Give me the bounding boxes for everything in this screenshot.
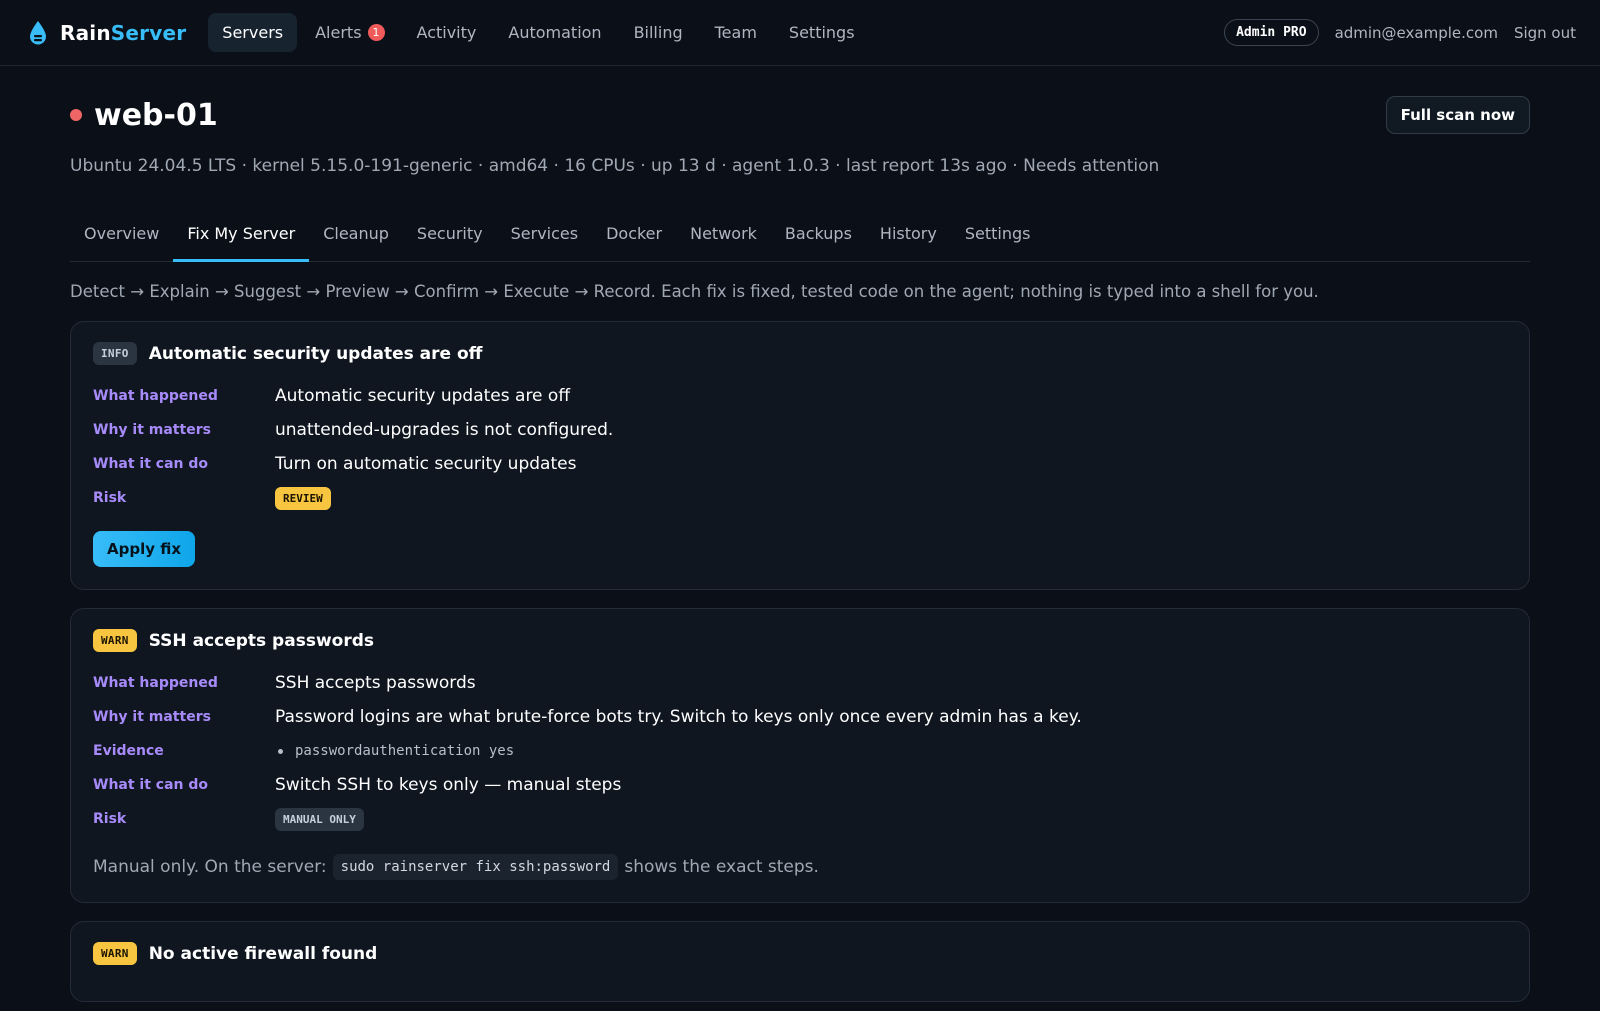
- tab-cleanup[interactable]: Cleanup: [309, 224, 403, 262]
- tab-fix-my-server[interactable]: Fix My Server: [173, 224, 310, 262]
- row-value: Password logins are what brute-force bot…: [275, 707, 1082, 727]
- severity-badge: INFO: [93, 342, 137, 365]
- issue-header: WARN No active firewall found: [93, 942, 1507, 965]
- nav-item-settings[interactable]: Settings: [775, 13, 869, 52]
- issue-card: WARN SSH accepts passwords What happened…: [70, 608, 1530, 903]
- tab-overview[interactable]: Overview: [70, 224, 173, 262]
- alerts-count-badge: 1: [367, 24, 385, 41]
- issue-row-why-it-matters: Why it matters Password logins are what …: [93, 700, 1507, 734]
- manual-command[interactable]: sudo rainserver fix ssh:password: [332, 854, 619, 880]
- risk-badge: MANUAL ONLY: [275, 807, 364, 831]
- nav-item-label: Billing: [633, 23, 683, 42]
- full-scan-button[interactable]: Full scan now: [1385, 96, 1530, 134]
- server-header: web-01 Full scan now: [70, 66, 1530, 156]
- manual-steps-note: Manual only. On the server: sudo rainser…: [93, 854, 1507, 880]
- issue-row-what-it-can-do: What it can do Switch SSH to keys only —…: [93, 768, 1507, 802]
- top-navigation-bar: RainServer Servers Alerts 1 Activity Auto…: [0, 0, 1600, 66]
- row-label: What it can do: [93, 456, 209, 472]
- issue-title: SSH accepts passwords: [148, 630, 374, 651]
- tab-history[interactable]: History: [866, 224, 951, 262]
- brand-name-part2: Server: [110, 20, 187, 45]
- nav-item-label: Settings: [788, 23, 855, 42]
- tab-services[interactable]: Services: [497, 224, 592, 262]
- row-label: What it can do: [93, 777, 209, 793]
- severity-badge: WARN: [93, 942, 137, 965]
- issue-title: Automatic security updates are off: [148, 343, 483, 364]
- plan-badge: Admin PRO: [1224, 19, 1319, 46]
- issue-header: INFO Automatic security updates are off: [93, 342, 1507, 365]
- brand-name: RainServer: [60, 21, 186, 45]
- issue-row-risk: Risk REVIEW: [93, 481, 1507, 515]
- row-label: Evidence: [93, 743, 164, 759]
- tab-settings[interactable]: Settings: [951, 224, 1045, 262]
- issue-row-what-it-can-do: What it can do Turn on automatic securit…: [93, 447, 1507, 481]
- apply-fix-button[interactable]: Apply fix: [93, 531, 196, 567]
- evidence-item: passwordauthentication yes: [275, 743, 514, 759]
- severity-badge: WARN: [93, 629, 137, 652]
- raindrop-logo-icon: [30, 20, 46, 44]
- brand-name-part1: Rain: [60, 20, 111, 45]
- tab-network[interactable]: Network: [676, 224, 771, 262]
- nav-item-label: Activity: [416, 23, 477, 42]
- row-value: unattended-upgrades is not configured.: [275, 420, 614, 440]
- issue-row-what-happened: What happened SSH accepts passwords: [93, 666, 1507, 700]
- tab-docker[interactable]: Docker: [592, 224, 676, 262]
- row-value: Switch SSH to keys only — manual steps: [275, 775, 622, 795]
- row-label: Risk: [93, 811, 127, 827]
- risk-badge: REVIEW: [275, 486, 331, 510]
- main-nav: Servers Alerts 1 Activity Automation Bill…: [208, 13, 868, 52]
- server-name: web-01: [94, 97, 218, 133]
- row-label: What happened: [93, 388, 218, 404]
- nav-item-label: Team: [714, 23, 757, 42]
- server-system-info: Ubuntu 24.04.5 LTS · kernel 5.15.0-191-g…: [70, 156, 1160, 176]
- issue-row-evidence: Evidence passwordauthentication yes: [93, 734, 1507, 768]
- nav-item-label: Automation: [508, 23, 602, 42]
- row-value: Turn on automatic security updates: [275, 454, 577, 474]
- evidence-text: passwordauthentication yes: [295, 743, 515, 759]
- issue-card: INFO Automatic security updates are off …: [70, 321, 1530, 590]
- row-label: Why it matters: [93, 709, 211, 725]
- issue-row-why-it-matters: Why it matters unattended-upgrades is no…: [93, 413, 1507, 447]
- nav-item-team[interactable]: Team: [701, 13, 771, 52]
- bullet-icon: [278, 748, 283, 754]
- issue-header: WARN SSH accepts passwords: [93, 629, 1507, 652]
- user-area: Admin PRO admin@example.com Sign out: [1224, 19, 1576, 46]
- fix-flow-description: Detect → Explain → Suggest → Preview → C…: [70, 282, 1319, 301]
- nav-item-billing[interactable]: Billing: [620, 13, 697, 52]
- tab-backups[interactable]: Backups: [771, 224, 866, 262]
- row-label: What happened: [93, 675, 218, 691]
- row-value: Automatic security updates are off: [275, 386, 571, 406]
- row-value: SSH accepts passwords: [275, 673, 476, 693]
- nav-item-automation[interactable]: Automation: [494, 13, 615, 52]
- manual-note-suffix: shows the exact steps.: [624, 857, 819, 877]
- server-tabs: Overview Fix My Server Cleanup Security …: [70, 202, 1530, 262]
- issue-card: WARN No active firewall found: [70, 921, 1530, 1002]
- issue-title: No active firewall found: [148, 943, 378, 964]
- nav-item-servers[interactable]: Servers: [208, 13, 298, 52]
- row-label: Risk: [93, 490, 127, 506]
- nav-item-label: Servers: [222, 23, 284, 42]
- issue-row-risk: Risk MANUAL ONLY: [93, 802, 1507, 836]
- nav-item-activity[interactable]: Activity: [403, 13, 491, 52]
- nav-item-label: Alerts: [315, 23, 362, 42]
- user-email[interactable]: admin@example.com: [1335, 24, 1498, 42]
- issue-row-what-happened: What happened Automatic security updates…: [93, 379, 1507, 413]
- manual-note-prefix: Manual only. On the server:: [93, 857, 327, 877]
- row-label: Why it matters: [93, 422, 211, 438]
- main-content: web-01 Full scan now Ubuntu 24.04.5 LTS …: [0, 66, 1600, 1002]
- tab-security[interactable]: Security: [403, 224, 497, 262]
- nav-item-alerts[interactable]: Alerts 1: [301, 13, 398, 52]
- sign-out-link[interactable]: Sign out: [1514, 24, 1576, 42]
- server-status-dot: [70, 109, 82, 121]
- brand[interactable]: RainServer: [28, 20, 186, 46]
